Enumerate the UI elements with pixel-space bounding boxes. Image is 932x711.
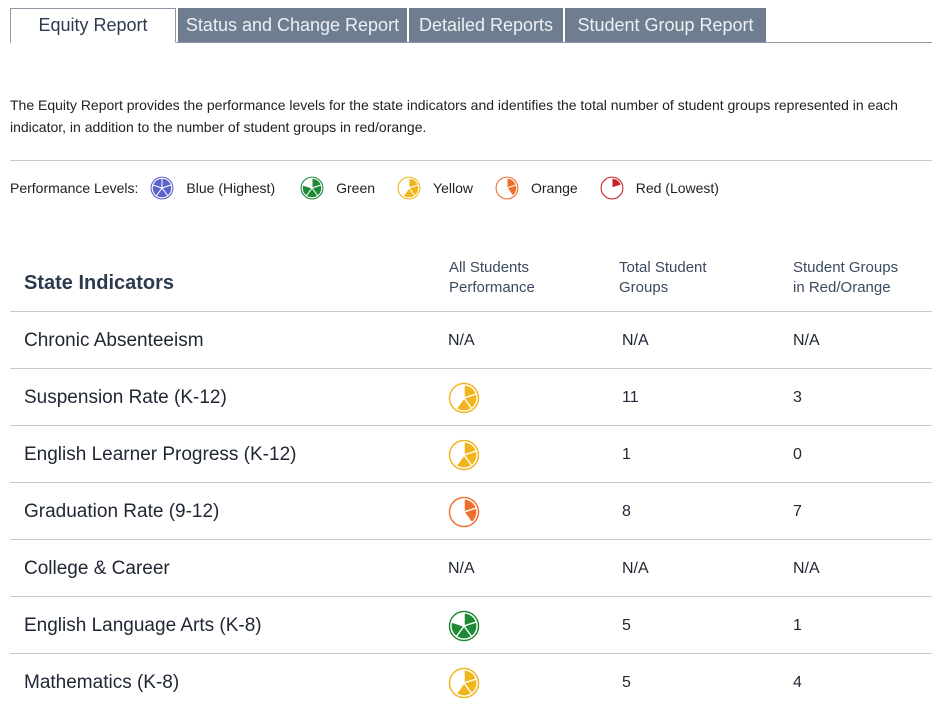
intro-line-2: indicator, in addition to the number of … <box>10 119 427 135</box>
column-header-state-indicators: State Indicators <box>24 272 175 294</box>
orange-level-icon <box>448 496 480 528</box>
indicator-name: College & Career <box>24 557 170 579</box>
column-header-student-groups-red-orange: Student Groups in Red/Orange <box>793 258 932 298</box>
yellow-level-icon <box>448 382 480 414</box>
header-line: in Red/Orange <box>793 279 891 296</box>
all-students-performance[interactable] <box>448 369 480 426</box>
indicator-name: English Learner Progress (K-12) <box>24 443 297 465</box>
total-student-groups: 8 <box>622 502 631 520</box>
student-groups-red-orange: 7 <box>793 502 802 520</box>
all-students-performance: N/A <box>448 331 475 349</box>
all-students-performance[interactable] <box>448 426 480 483</box>
intro-line-1: The Equity Report provides the performan… <box>10 97 898 113</box>
table-row-suspension-rate: Suspension Rate (K-12) 11 3 <box>10 368 932 425</box>
legend-label: Yellow <box>433 180 473 196</box>
tab-equity-report[interactable]: Equity Report <box>10 8 176 43</box>
legend-item-red: Red (Lowest) <box>600 176 719 200</box>
student-groups-red-orange: 3 <box>793 388 802 406</box>
student-groups-red-orange: 0 <box>793 445 802 463</box>
table-row-college-and-career: College & Career N/A N/A N/A <box>10 539 932 596</box>
student-groups-red-orange: 1 <box>793 616 802 634</box>
tab-student-group-report[interactable]: Student Group Report <box>565 8 766 42</box>
table-row-graduation-rate: Graduation Rate (9-12) 8 7 <box>10 482 932 539</box>
all-students-performance: N/A <box>448 559 475 577</box>
legend-item-green: Green <box>300 176 375 200</box>
orange-level-icon <box>495 176 519 200</box>
table-row-chronic-absenteeism: Chronic Absenteeism N/A N/A N/A <box>10 311 932 368</box>
yellow-level-icon <box>448 439 480 471</box>
total-student-groups: 5 <box>622 616 631 634</box>
legend-label: Red (Lowest) <box>635 180 719 196</box>
legend-label: Blue (Highest) <box>186 180 276 196</box>
legend-title: Performance Levels: <box>10 180 139 196</box>
report-tabs: Equity Report Status and Change Report D… <box>10 8 932 43</box>
total-student-groups: N/A <box>622 559 649 577</box>
column-header-all-students-performance: All Students Performance <box>449 258 589 298</box>
header-line: Groups <box>619 279 669 296</box>
red-level-icon <box>600 176 624 200</box>
column-header-total-student-groups: Total Student Groups <box>619 258 759 298</box>
performance-levels-legend: Performance Levels: Blue (Highest) Green… <box>10 174 719 202</box>
header-line: Total Student <box>619 259 707 276</box>
indicator-name: Chronic Absenteeism <box>24 329 204 351</box>
total-student-groups: N/A <box>622 331 649 349</box>
blue-level-icon <box>150 176 174 200</box>
green-level-icon <box>448 610 480 642</box>
legend-item-blue: Blue (Highest) <box>150 176 275 200</box>
indicator-table-body: Chronic Absenteeism N/A N/A N/A Suspensi… <box>10 311 932 710</box>
legend-label: Green <box>336 180 376 196</box>
indicator-name: English Language Arts (K-8) <box>24 614 262 636</box>
total-student-groups: 5 <box>622 673 631 691</box>
all-students-performance[interactable] <box>448 597 480 654</box>
indicator-name: Suspension Rate (K-12) <box>24 386 227 408</box>
total-student-groups: 1 <box>622 445 631 463</box>
table-header: State Indicators All Students Performanc… <box>0 250 932 312</box>
all-students-performance[interactable] <box>448 483 480 540</box>
header-line: Performance <box>449 279 535 296</box>
tab-status-and-change-report[interactable]: Status and Change Report <box>178 8 407 42</box>
table-row-english-language-arts: English Language Arts (K-8) 5 1 <box>10 596 932 653</box>
divider <box>10 160 932 161</box>
header-line: Student Groups <box>793 259 899 276</box>
indicator-name: Mathematics (K-8) <box>24 671 180 693</box>
yellow-level-icon <box>448 667 480 699</box>
green-level-icon <box>300 176 324 200</box>
yellow-level-icon <box>397 176 421 200</box>
intro-text: The Equity Report provides the performan… <box>10 94 932 138</box>
total-student-groups: 11 <box>622 388 639 406</box>
all-students-performance[interactable] <box>448 654 480 711</box>
student-groups-red-orange: N/A <box>793 559 820 577</box>
legend-item-yellow: Yellow <box>397 176 473 200</box>
student-groups-red-orange: N/A <box>793 331 820 349</box>
indicator-name: Graduation Rate (9-12) <box>24 500 220 522</box>
legend-label: Orange <box>531 180 578 196</box>
table-row-mathematics: Mathematics (K-8) 5 4 <box>10 653 932 710</box>
header-line: All Students <box>449 259 530 276</box>
tab-detailed-reports[interactable]: Detailed Reports <box>409 8 563 42</box>
table-row-english-learner-progress: English Learner Progress (K-12) 1 0 <box>10 425 932 482</box>
student-groups-red-orange: 4 <box>793 673 802 691</box>
legend-item-orange: Orange <box>495 176 578 200</box>
